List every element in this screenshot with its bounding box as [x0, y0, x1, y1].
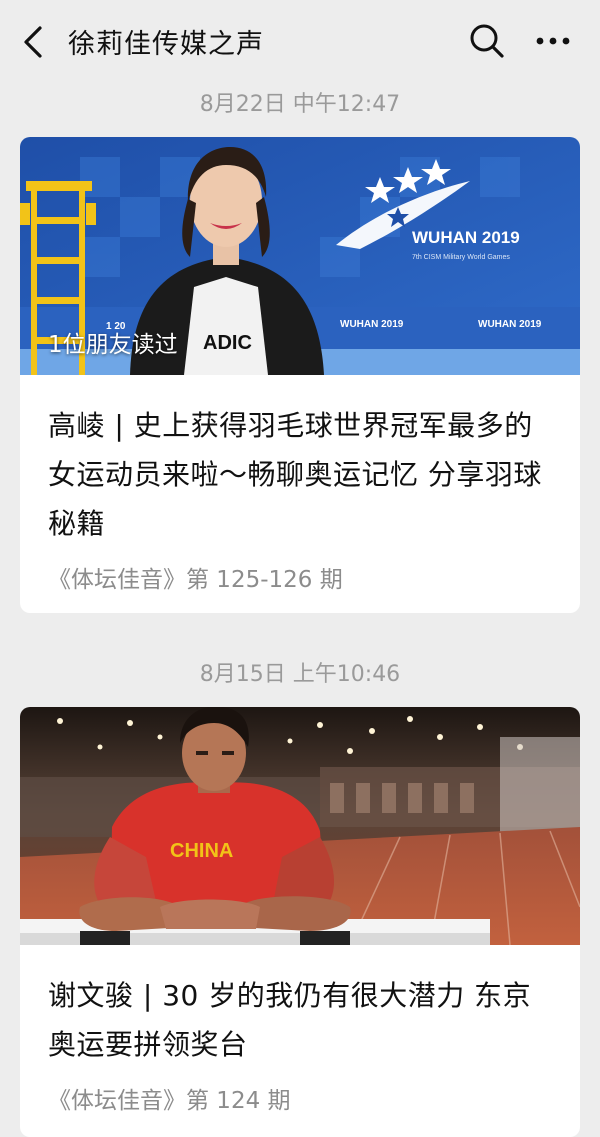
- article-headline[interactable]: 高崚 | 史上获得羽毛球世界冠军最多的女运动员来啦～畅聊奥运记忆 分享羽球秘籍: [48, 401, 552, 548]
- article-subtitle: 《体坛佳音》第 125-126 期: [48, 567, 343, 593]
- banner-strip-text: WUHAN 2019: [478, 319, 542, 330]
- read-by-friends-badge: 1位朋友读过: [48, 332, 178, 358]
- search-icon[interactable]: [468, 22, 506, 60]
- shirt-text: CHINA: [170, 840, 233, 862]
- banner-games-text: 7th CISM Military World Games: [412, 254, 510, 261]
- page-title: 徐莉佳传媒之声: [68, 29, 264, 60]
- date-label: 8月15日 上午10:46: [199, 662, 401, 687]
- date-label: 8月22日 中午12:47: [199, 92, 401, 117]
- chevron-left-icon[interactable]: [18, 24, 48, 60]
- more-dots-icon[interactable]: [534, 30, 572, 52]
- article-headline[interactable]: 谢文骏 | 30 岁的我仍有很大潜力 东京奥运要拼领奖台: [48, 971, 552, 1069]
- shirt-text: ADIC: [203, 332, 252, 354]
- article-card[interactable]: WUHAN 2019 WUHAN 2019 1 20 WUHAN 2019 7t…: [20, 137, 580, 613]
- article-cover-image: WUHAN 2019 WUHAN 2019 1 20 WUHAN 2019 7t…: [20, 137, 580, 375]
- article-card[interactable]: CHINA 谢文骏 | 30 岁的我仍有很大潜力 东京奥运要拼领奖台 《体坛佳音…: [20, 707, 580, 1137]
- top-bar: 徐莉佳传媒之声: [0, 0, 600, 82]
- banner-brand-text: WUHAN 2019: [412, 228, 520, 247]
- banner-strip-text: WUHAN 2019: [340, 319, 404, 330]
- article-cover-image: CHINA: [20, 707, 580, 945]
- article-subtitle: 《体坛佳音》第 124 期: [48, 1088, 291, 1114]
